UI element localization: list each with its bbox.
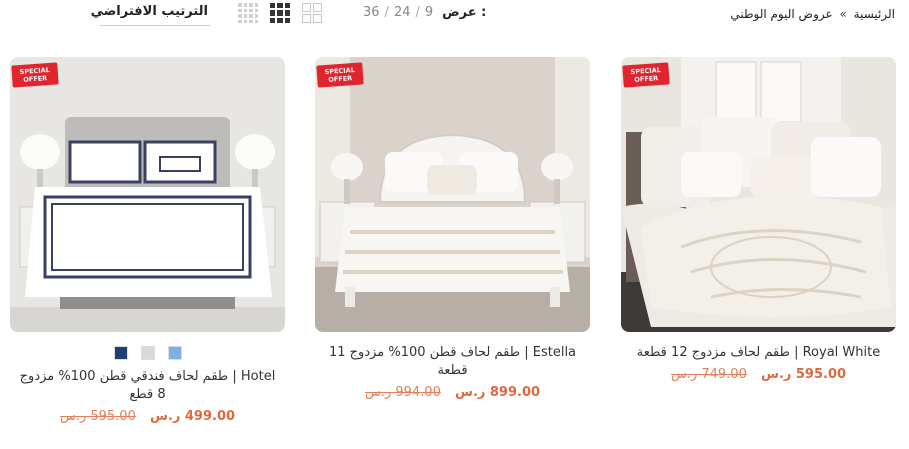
product-image[interactable]: SPECIAL OFFER — [315, 57, 590, 332]
product-title[interactable]: Estella | طقم لحاف قطن 100% مزدوج 11 قطع… — [315, 344, 590, 380]
breadcrumb: الرئيسية » عروض اليوم الوطني — [730, 7, 895, 21]
price-old: 749.00 ر.س — [670, 367, 747, 382]
per-page-option-9[interactable]: 9 — [425, 5, 433, 20]
sort-dropdown[interactable]: الترتيب الافتراضي — [91, 4, 210, 26]
per-page-option-24[interactable]: 24 — [394, 5, 411, 20]
color-swatches — [10, 346, 285, 360]
product-image[interactable]: SPECIAL OFFER — [621, 57, 896, 332]
price-new: 899.00 ر.س — [455, 385, 541, 400]
grid-view-switcher — [238, 3, 322, 23]
grid-2-icon[interactable] — [302, 3, 322, 23]
bed-image-icon — [10, 57, 285, 332]
product-title[interactable]: Royal White | طقم لحاف مزدوج 12 قطعة — [621, 344, 896, 362]
product-prices: 499.00 ر.س 595.00 ر.س — [10, 409, 285, 424]
bed-image-icon — [621, 57, 896, 332]
color-swatch[interactable] — [140, 346, 155, 360]
product-card: SPECIAL OFFER Hotel | طقم لحاف فندقي قطن … — [10, 57, 285, 424]
price-new: 595.00 ر.س — [761, 367, 847, 382]
price-old: 994.00 ر.س — [364, 385, 441, 400]
bed-image-icon — [315, 57, 590, 332]
product-card: SPECIAL OFFER Royal White | طقم لحاف مزدو… — [621, 57, 896, 382]
special-offer-badge: SPECIAL OFFER — [316, 62, 364, 88]
grid-4-icon[interactable] — [238, 3, 258, 23]
breadcrumb-home-link[interactable]: الرئيسية — [854, 7, 895, 21]
product-title[interactable]: Hotel | طقم لحاف فندقي قطن 100% مزدوج 8 … — [10, 368, 285, 404]
toolbar: الرئيسية » عروض اليوم الوطني 36 / 24 / 9 عرض … — [0, 0, 909, 30]
special-offer-badge: SPECIAL OFFER — [11, 62, 59, 88]
breadcrumb-separator: » — [839, 7, 847, 21]
color-swatch[interactable] — [113, 346, 128, 360]
grid-3-icon[interactable] — [270, 3, 290, 23]
product-prices: 899.00 ر.س 994.00 ر.س — [315, 385, 590, 400]
per-page-option-36[interactable]: 36 — [363, 5, 380, 20]
per-page-selector: 36 / 24 / 9 عرض : — [358, 5, 486, 20]
color-swatch[interactable] — [167, 346, 182, 360]
product-image[interactable]: SPECIAL OFFER — [10, 57, 285, 332]
product-card: SPECIAL OFFER Estella | طقم لحاف قطن 100%… — [315, 57, 590, 400]
per-page-label: عرض : — [442, 5, 487, 20]
price-new: 499.00 ر.س — [150, 409, 236, 424]
product-prices: 595.00 ر.س 749.00 ر.س — [621, 367, 896, 382]
per-page-separator: / — [415, 5, 420, 20]
special-offer-badge: SPECIAL OFFER — [622, 62, 670, 88]
sort-selected-value: الترتيب الافتراضي — [90, 4, 208, 19]
per-page-separator: / — [384, 5, 389, 20]
breadcrumb-current: عروض اليوم الوطني — [730, 7, 833, 21]
price-old: 595.00 ر.س — [59, 409, 136, 424]
